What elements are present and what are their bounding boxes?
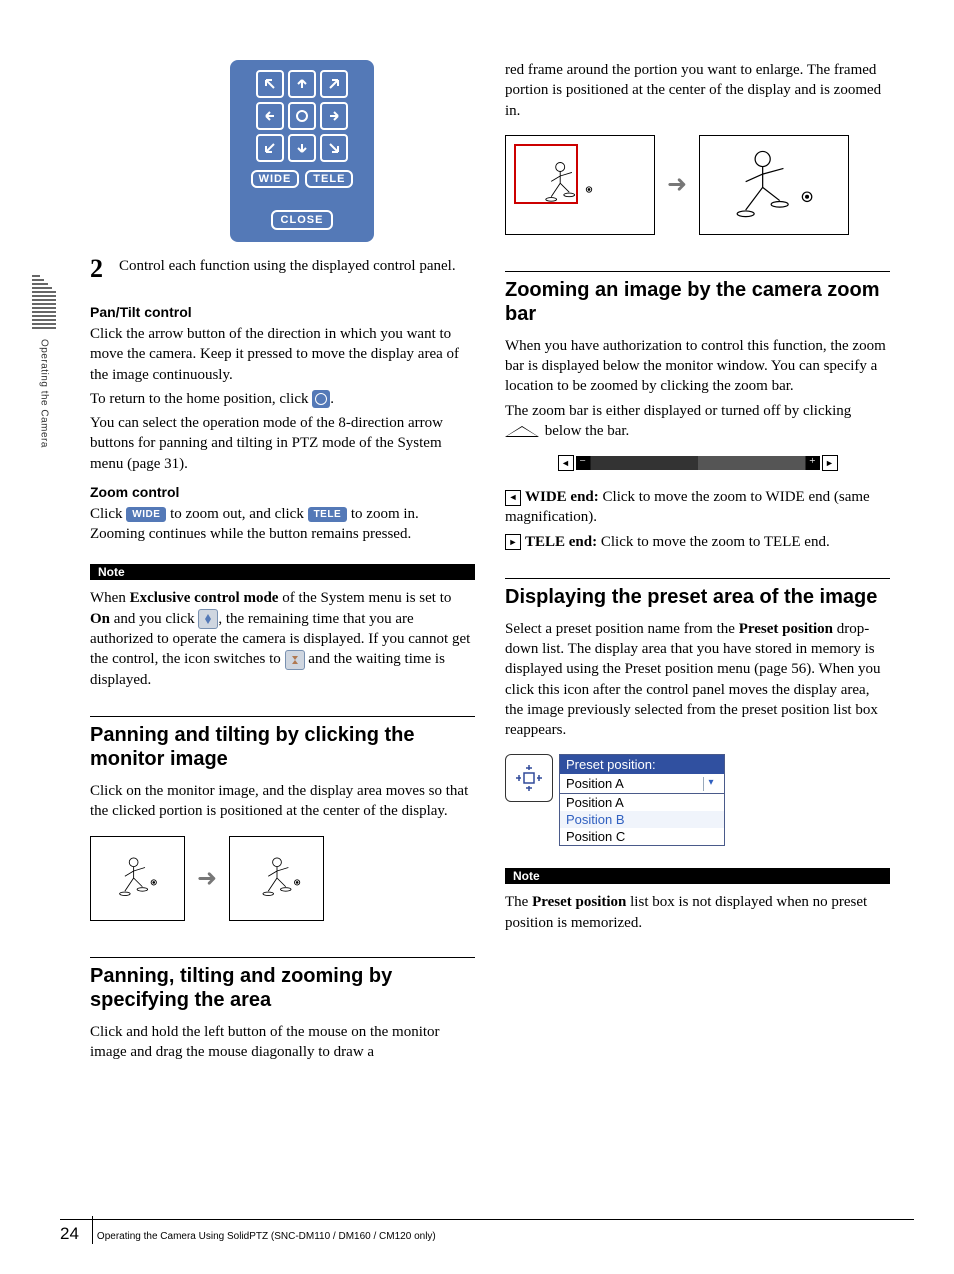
note-badge: Note (90, 564, 475, 580)
pan-tilt-p1: Click the arrow button of the direction … (90, 324, 475, 385)
pan-home-button[interactable] (288, 102, 316, 130)
section-pan-click-text: Click on the monitor image, and the disp… (90, 781, 475, 822)
zoom-tele-button[interactable]: TELE (305, 170, 353, 188)
close-panel-button[interactable]: CLOSE (271, 210, 334, 230)
zoom-control-text: Click WIDE to zoom out, and click TELE t… (90, 504, 475, 545)
zoombar-p1: When you have authorization to control t… (505, 336, 890, 397)
section-ptz-area-text: Click and hold the left button of the mo… (90, 1022, 475, 1063)
pan-tilt-p2: To return to the home position, click . (90, 389, 475, 409)
step-text: Control each function using the displaye… (119, 256, 456, 276)
control-panel-figure: WIDE TELE CLOSE (230, 60, 374, 242)
preset-option[interactable]: Position B (560, 811, 724, 828)
footer-text: Operating the Camera Using SolidPTZ (SNC… (97, 1231, 436, 1242)
zoom-bar-figure: ◄ −+ ► (558, 455, 838, 471)
control-acquired-icon[interactable] (198, 609, 218, 629)
section-pan-click-heading: Panning and tilting by clicking the moni… (90, 716, 475, 771)
zoom-control-heading: Zoom control (90, 484, 475, 500)
pan-tilt-p3: You can select the operation mode of the… (90, 413, 475, 474)
preset-text: Select a preset position name from the P… (505, 619, 890, 741)
wide-end-desc: ◄WIDE end: Click to move the zoom to WID… (505, 487, 890, 528)
section-zoombar-heading: Zooming an image by the camera zoom bar (505, 271, 890, 326)
note-badge: Note (505, 868, 890, 884)
zoom-wide-button[interactable]: WIDE (251, 170, 300, 188)
tele-inline-button[interactable]: TELE (308, 507, 348, 523)
pan-up-button[interactable] (288, 70, 316, 98)
preset-dropdown-figure: Preset position: Position A ▾ Position A… (505, 754, 725, 846)
preset-dropdown-select[interactable]: Position A ▾ (560, 774, 724, 794)
zoom-bar-wide-end[interactable]: ◄ (558, 455, 574, 471)
seek-wide-icon[interactable]: ◄ (505, 490, 521, 506)
col2-continuation: red frame around the portion you want to… (505, 60, 890, 121)
pan-up-left-button[interactable] (256, 70, 284, 98)
preset-option[interactable]: Position A (560, 794, 724, 811)
pan-click-illustration: ➜ (90, 836, 475, 921)
zoom-bar-tele-end[interactable]: ► (822, 455, 838, 471)
preset-recall-icon[interactable] (505, 754, 553, 802)
pan-tilt-heading: Pan/Tilt control (90, 304, 475, 320)
note1-text: When Exclusive control mode of the Syste… (90, 588, 475, 690)
zoom-bar-track[interactable]: −+ (576, 456, 820, 470)
pan-down-left-button[interactable] (256, 134, 284, 162)
wide-inline-button[interactable]: WIDE (126, 507, 166, 523)
pan-down-button[interactable] (288, 134, 316, 162)
zoombar-toggle-icon[interactable] (505, 425, 541, 437)
pan-left-button[interactable] (256, 102, 284, 130)
pan-down-right-button[interactable] (320, 134, 348, 162)
seek-tele-icon[interactable]: ► (505, 534, 521, 550)
step-number: 2 (90, 256, 103, 282)
note2-text: The Preset position list box is not disp… (505, 892, 890, 933)
step-2: 2 Control each function using the displa… (90, 256, 475, 282)
arrow-right-icon: ➜ (197, 864, 217, 893)
page-footer: 24 Operating the Camera Using SolidPTZ (… (60, 1219, 914, 1244)
page-number: 24 (60, 1224, 79, 1244)
arrow-right-icon: ➜ (667, 170, 687, 199)
tele-end-desc: ►TELE end: Click to move the zoom to TEL… (505, 532, 890, 552)
preset-option[interactable]: Position C (560, 828, 724, 845)
home-icon[interactable] (312, 390, 330, 408)
chapter-tab-label: Operating the Camera (39, 339, 50, 448)
ptz-area-illustration: ➜ (505, 135, 890, 235)
chevron-down-icon: ▾ (703, 777, 718, 791)
preset-dropdown-label: Preset position: (560, 755, 724, 774)
pan-right-button[interactable] (320, 102, 348, 130)
section-ptz-area-heading: Panning, tilting and zooming by specifyi… (90, 957, 475, 1012)
section-preset-heading: Displaying the preset area of the image (505, 578, 890, 609)
chapter-tab: Operating the Camera (30, 275, 58, 505)
pan-up-right-button[interactable] (320, 70, 348, 98)
zoombar-p2: The zoom bar is either displayed or turn… (505, 401, 890, 442)
control-waiting-icon (285, 650, 305, 670)
